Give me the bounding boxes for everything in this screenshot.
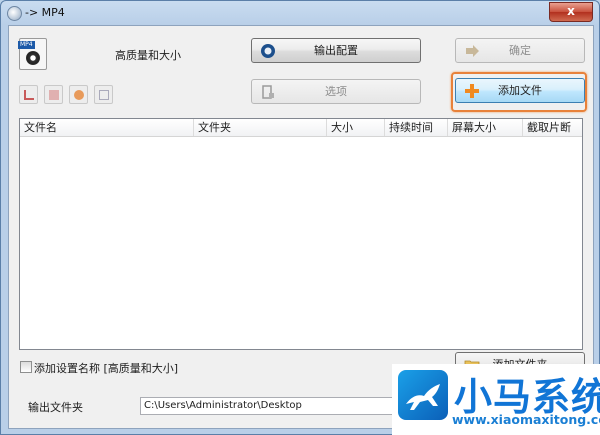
output-config-label: 输出配置 <box>314 44 358 57</box>
options-icon <box>262 85 274 99</box>
column-header[interactable]: 大小 <box>327 119 385 136</box>
film-reel-icon <box>26 51 40 65</box>
play-icon <box>74 90 84 100</box>
options-label: 选项 <box>325 85 347 98</box>
arrow-right-icon <box>466 45 479 57</box>
app-icon <box>7 6 22 21</box>
watermark: 小马系统 www.xiaomaxitong.com <box>392 364 600 435</box>
title-bar[interactable]: -> MP4 x <box>1 1 599 25</box>
ok-label: 确定 <box>509 44 531 57</box>
delete-button[interactable] <box>44 85 63 104</box>
options-button[interactable]: 选项 <box>251 79 421 104</box>
column-header[interactable]: 文件夹 <box>194 119 327 136</box>
horse-logo-icon <box>398 370 448 420</box>
info-button[interactable] <box>94 85 113 104</box>
column-header[interactable]: 截取片断 <box>523 119 582 136</box>
column-header[interactable]: 持续时间 <box>385 119 448 136</box>
file-list-header: 文件名 文件夹 大小 持续时间 屏幕大小 截取片断 <box>20 119 582 137</box>
remove-button[interactable] <box>19 85 38 104</box>
add-setting-name-checkbox[interactable] <box>20 361 32 373</box>
profile-label: 高质量和大小 <box>115 49 181 62</box>
column-header[interactable]: 文件名 <box>20 119 194 136</box>
add-setting-name-label: 添加设置名称 [高质量和大小] <box>34 362 179 375</box>
info-icon <box>99 90 109 100</box>
mp4-tag: MP4 <box>18 41 35 49</box>
remove-icon <box>24 90 34 100</box>
delete-icon <box>49 90 59 100</box>
window-title: -> MP4 <box>25 6 65 19</box>
ok-button[interactable]: 确定 <box>455 38 585 63</box>
output-folder-label: 输出文件夹 <box>28 401 83 414</box>
play-button[interactable] <box>69 85 88 104</box>
settings-gear-icon <box>261 44 275 58</box>
watermark-url: www.xiaomaxitong.com <box>452 412 600 427</box>
output-folder-field[interactable]: C:\Users\Administrator\Desktop <box>140 397 402 415</box>
file-list[interactable]: 文件名 文件夹 大小 持续时间 屏幕大小 截取片断 <box>19 118 583 350</box>
mp4-file-icon: MP4 <box>18 38 47 70</box>
add-file-highlight <box>451 72 587 112</box>
close-button[interactable]: x <box>549 2 593 22</box>
column-header[interactable]: 屏幕大小 <box>448 119 523 136</box>
output-config-button[interactable]: 输出配置 <box>251 38 421 63</box>
